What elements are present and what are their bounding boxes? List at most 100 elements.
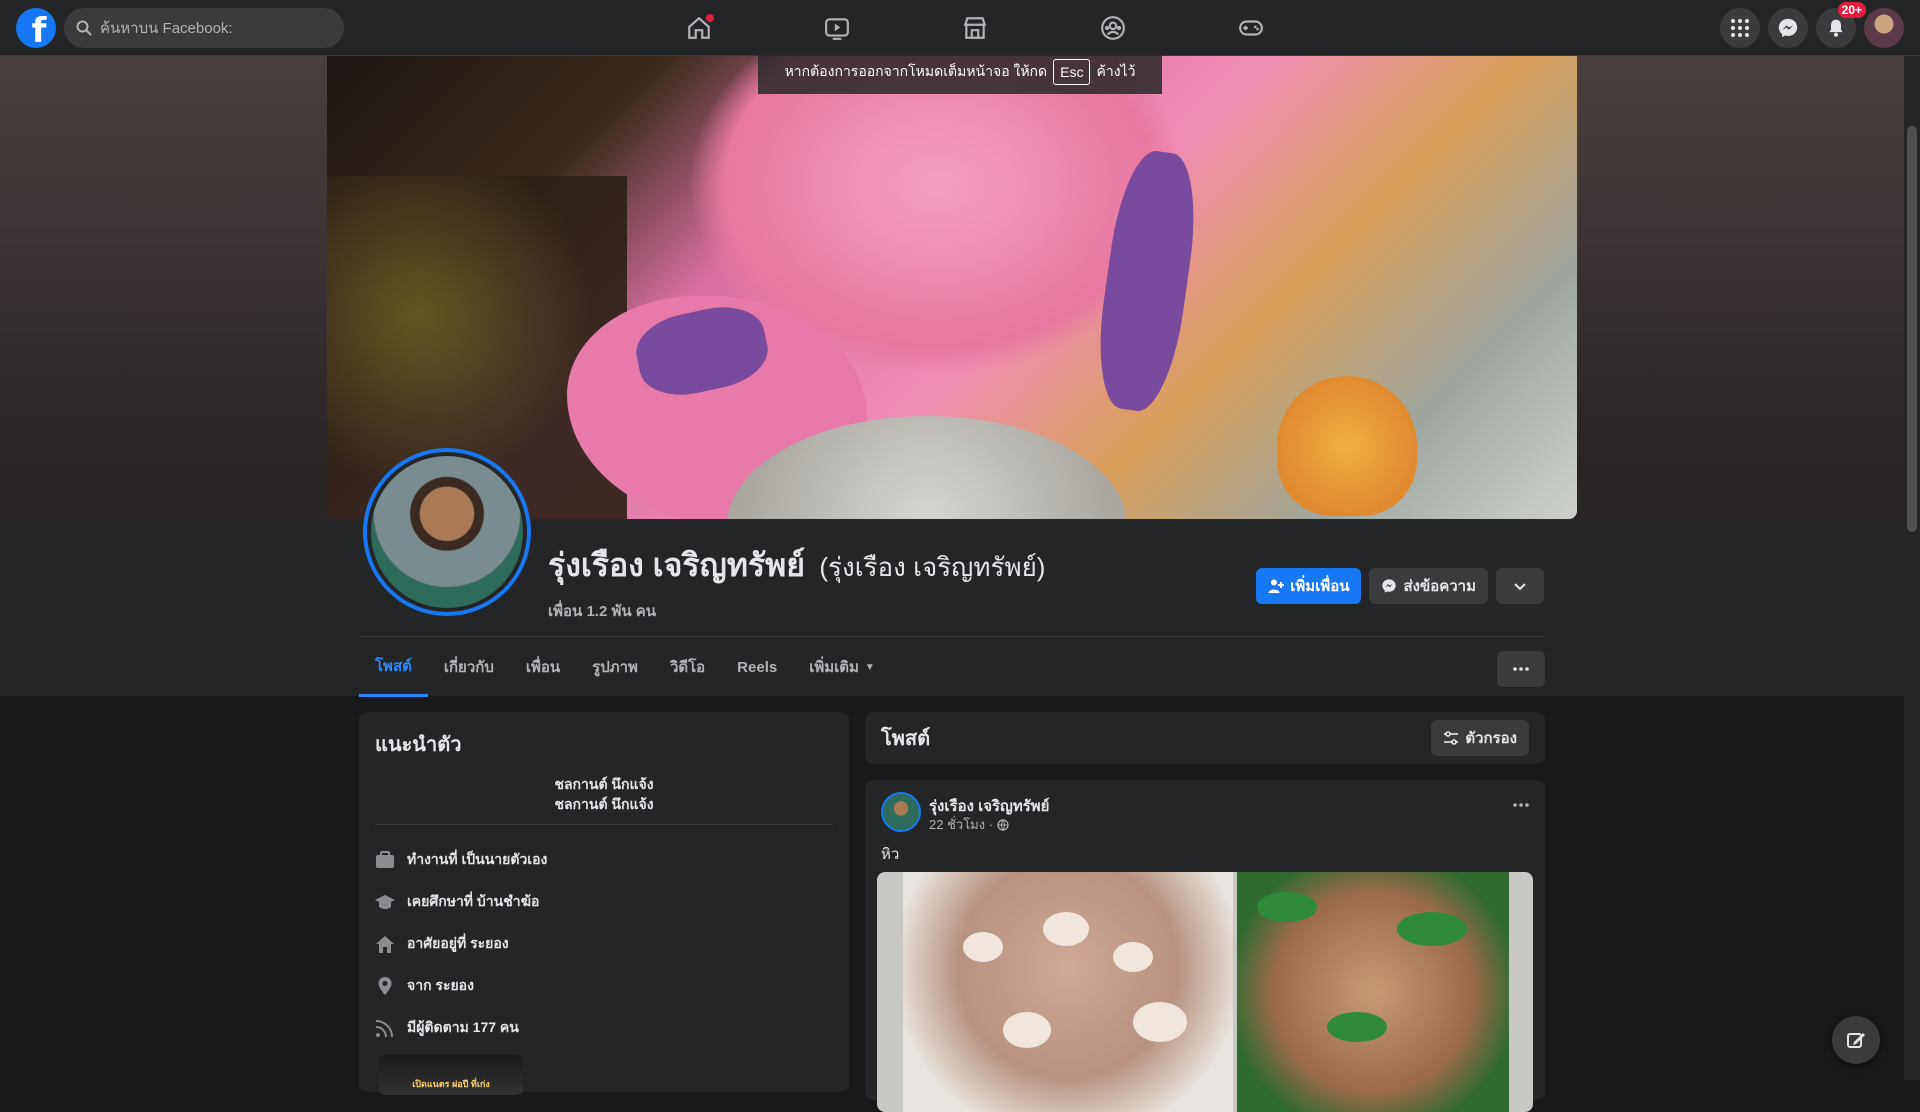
fullscreen-exit-toast: หากต้องการออกจากโหมดเต็มหน้าจอ ให้กด Esc…	[758, 50, 1162, 94]
tab-about[interactable]: เกี่ยวกับ	[428, 637, 510, 697]
briefcase-icon	[376, 851, 394, 868]
add-friend-icon	[1268, 579, 1285, 593]
photo-shape	[1327, 1012, 1387, 1042]
groups-icon	[1101, 16, 1125, 40]
intro-bio-line: ชลกานต์ นึกแจ้ง	[554, 796, 654, 812]
intro-lives-in: อาศัยอยู่ที่ ระยอง	[375, 923, 833, 965]
marketplace-icon	[963, 17, 987, 39]
search-icon	[76, 20, 92, 36]
intro-card: แนะนำตัว ชลกานต์ นึกแจ้ง ชลกานต์ นึกแจ้ง…	[359, 712, 849, 1095]
photo-shape	[1133, 1002, 1187, 1042]
send-message-label: ส่งข้อความ	[1403, 578, 1476, 595]
facebook-logo-letter: f	[31, 11, 47, 51]
posts-title: โพสต์	[881, 728, 931, 750]
nav-groups[interactable]	[1044, 0, 1182, 56]
profile-alternate-name: (รุ่งเรือง เจริญทรัพย์)	[819, 552, 1046, 582]
caret-down-icon: ▼	[864, 661, 875, 673]
intro-from-text: จาก ระยอง	[407, 977, 474, 993]
nav-gaming[interactable]	[1182, 0, 1320, 56]
intro-bio: ชลกานต์ นึกแจ้ง ชลกานต์ นึกแจ้ง	[375, 774, 833, 814]
intro-title: แนะนำตัว	[375, 734, 462, 756]
nav-home[interactable]	[630, 0, 768, 56]
search-input[interactable]	[100, 19, 320, 37]
photo-shape	[963, 932, 1003, 962]
location-pin-icon	[378, 977, 392, 995]
post-photo[interactable]	[903, 872, 1233, 1112]
profile-picture[interactable]	[363, 448, 531, 616]
post-photo[interactable]	[1237, 872, 1509, 1112]
send-message-button[interactable]: ส่งข้อความ	[1369, 568, 1488, 604]
more-actions-button[interactable]	[1496, 568, 1544, 604]
new-message-button[interactable]	[1832, 1016, 1880, 1064]
graduation-cap-icon	[375, 895, 395, 909]
toast-text-before: หากต้องการออกจากโหมดเต็มหน้าจอ ให้กด	[784, 63, 1048, 79]
messenger-icon	[1382, 579, 1397, 593]
intro-followers[interactable]: มีผู้ติดตาม 177 คน	[375, 1007, 833, 1049]
profile-name: รุ่งเรือง เจริญทรัพย์	[548, 547, 805, 583]
globe-icon	[997, 818, 1009, 831]
posts-header: โพสต์ ตัวกรอง	[865, 712, 1545, 764]
photo-shape	[1113, 942, 1153, 972]
profile-actions: เพิ่มเพื่อน ส่งข้อความ	[1256, 568, 1544, 604]
scrollbar-thumb[interactable]	[1907, 126, 1917, 532]
notifications-button[interactable]: 20+	[1816, 2, 1866, 48]
intro-work-text: ทำงานที่ เป็นนายตัวเอง	[407, 851, 548, 867]
tab-friends[interactable]: เพื่อน	[510, 637, 576, 697]
add-friend-label: เพิ่มเพื่อน	[1290, 578, 1350, 595]
tab-videos[interactable]: วิดีโอ	[654, 637, 721, 697]
profile-tabs-bar: โพสต์ เกี่ยวกับ เพื่อน รูปภาพ วิดีโอ Ree…	[359, 636, 1545, 697]
main-nav	[630, 0, 1320, 56]
home-icon	[376, 936, 394, 953]
menu-button[interactable]	[1720, 8, 1760, 48]
filter-label: ตัวกรอง	[1465, 730, 1517, 747]
messenger-icon	[1778, 18, 1798, 38]
filter-sliders-icon	[1444, 731, 1459, 745]
photo-shape	[1257, 892, 1317, 922]
messenger-button[interactable]	[1768, 8, 1808, 48]
esc-key-label: Esc	[1053, 59, 1091, 85]
page-scrollbar[interactable]	[1904, 56, 1920, 1080]
tab-reels[interactable]: Reels	[721, 637, 793, 697]
add-friend-button[interactable]: เพิ่มเพื่อน	[1256, 568, 1362, 604]
top-navigation-bar: f 20+	[0, 0, 1920, 56]
rss-icon	[375, 1020, 393, 1038]
search-box[interactable]	[64, 8, 344, 48]
photo-shape	[1397, 912, 1467, 946]
tab-more-label: เพิ่มเติม	[809, 659, 859, 676]
nav-marketplace[interactable]	[906, 0, 1044, 56]
home-notification-dot	[706, 14, 714, 22]
tabs-overflow-button[interactable]	[1497, 651, 1545, 687]
featured-photo-caption: เปิดแนตร ฝอปี ที่เก่ง	[412, 1079, 490, 1089]
intro-education-text: เคยศึกษาที่ บ้านชำฆ้อ	[407, 893, 540, 909]
intro-lives-in-text: อาศัยอยู่ที่ ระยอง	[407, 935, 509, 951]
post-card: รุ่งเรือง เจริญทรัพย์ 22 ชั่วโมง · หิว	[865, 780, 1545, 1112]
tab-more[interactable]: เพิ่มเติม ▼	[793, 637, 891, 697]
grid-menu-icon	[1731, 19, 1749, 37]
account-avatar[interactable]	[1864, 8, 1904, 48]
intro-work: ทำงานที่ เป็นนายตัวเอง	[375, 839, 833, 881]
post-options-button[interactable]	[1513, 794, 1529, 812]
featured-photo-thumbnail[interactable]: เปิดแนตร ฝอปี ที่เก่ง	[379, 1055, 523, 1095]
post-author-avatar[interactable]	[881, 792, 921, 832]
photo-shape	[1003, 1012, 1051, 1048]
filter-button[interactable]: ตัวกรอง	[1431, 720, 1529, 756]
intro-bio-line: ชลกานต์ นึกแจ้ง	[554, 776, 654, 792]
tab-photos[interactable]: รูปภาพ	[576, 637, 654, 697]
post-photo-grid	[877, 872, 1533, 1112]
nav-video[interactable]	[768, 0, 906, 56]
video-icon	[825, 18, 849, 40]
intro-from: จาก ระยอง	[375, 965, 833, 1007]
post-meta: 22 ชั่วโมง ·	[929, 814, 1009, 835]
tab-posts[interactable]: โพสต์	[359, 637, 428, 697]
cover-photo[interactable]	[327, 56, 1577, 519]
gaming-icon	[1239, 20, 1263, 36]
chevron-down-icon	[1514, 583, 1526, 591]
facebook-logo[interactable]: f	[16, 8, 56, 48]
intro-followers-text: มีผู้ติดตาม 177 คน	[407, 1019, 519, 1035]
notifications-badge: 20+	[1837, 2, 1866, 18]
profile-picture-image	[371, 456, 523, 608]
account-controls: 20+	[1720, 2, 1904, 48]
friends-count-link[interactable]: เพื่อน 1.2 พัน คน	[548, 599, 1045, 623]
intro-education: เคยศึกษาที่ บ้านชำฆ้อ	[375, 881, 833, 923]
post-timestamp[interactable]: 22 ชั่วโมง ·	[929, 814, 993, 835]
